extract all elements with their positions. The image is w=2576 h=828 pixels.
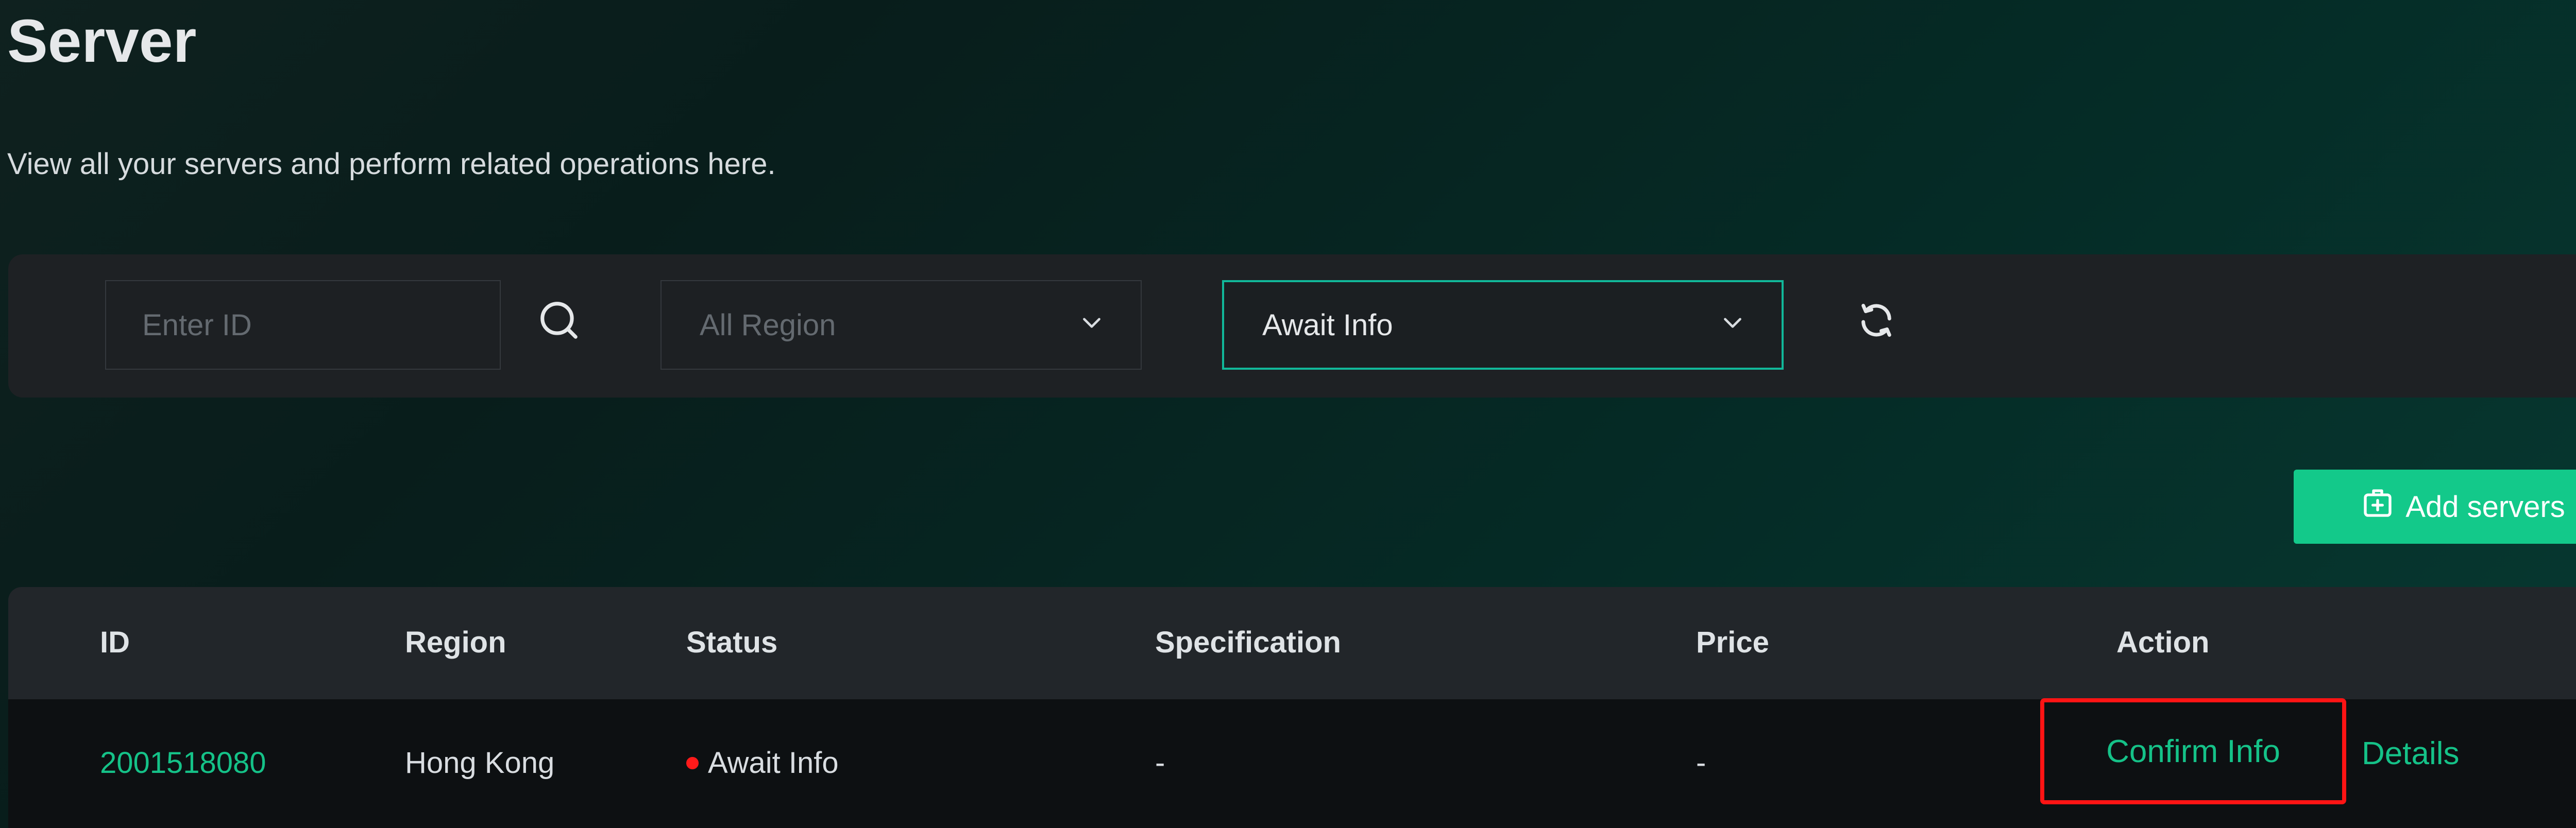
page-subtitle: View all your servers and perform relate… — [7, 147, 776, 181]
column-header-region: Region — [405, 626, 506, 659]
region-select[interactable]: All Region — [660, 280, 1142, 370]
id-search-input[interactable] — [105, 280, 501, 370]
refresh-icon — [1857, 301, 1896, 342]
add-box-icon — [2361, 487, 2394, 527]
status-select-value: Await Info — [1262, 308, 1393, 342]
confirm-info-button[interactable]: Confirm Info — [2040, 698, 2346, 804]
add-servers-button[interactable]: Add servers — [2294, 470, 2576, 544]
server-status-text: Await Info — [708, 746, 839, 780]
status-dot — [686, 756, 699, 769]
column-header-id: ID — [100, 626, 130, 659]
column-header-specification: Specification — [1155, 626, 1341, 659]
search-button[interactable] — [531, 296, 587, 347]
column-header-price: Price — [1696, 626, 1769, 659]
column-header-status: Status — [686, 626, 778, 659]
server-id: 2001518080 — [100, 746, 266, 780]
search-icon — [537, 298, 581, 345]
table-header: ID Region Status Specification Price Act… — [8, 587, 2576, 699]
chevron-down-icon — [1720, 308, 1745, 342]
chevron-down-icon — [1079, 308, 1105, 342]
server-region: Hong Kong — [405, 746, 555, 780]
page-title: Server — [7, 7, 197, 75]
status-select[interactable]: Await Info — [1222, 280, 1784, 370]
add-servers-label: Add servers — [2405, 490, 2565, 524]
server-price: - — [1696, 746, 1706, 780]
region-select-value: All Region — [700, 308, 836, 342]
server-specification: - — [1155, 746, 1165, 780]
column-header-action: Action — [2116, 626, 2210, 659]
server-status: Await Info — [686, 746, 839, 780]
details-link[interactable]: Details — [2362, 735, 2460, 772]
refresh-button[interactable] — [1851, 296, 1902, 347]
